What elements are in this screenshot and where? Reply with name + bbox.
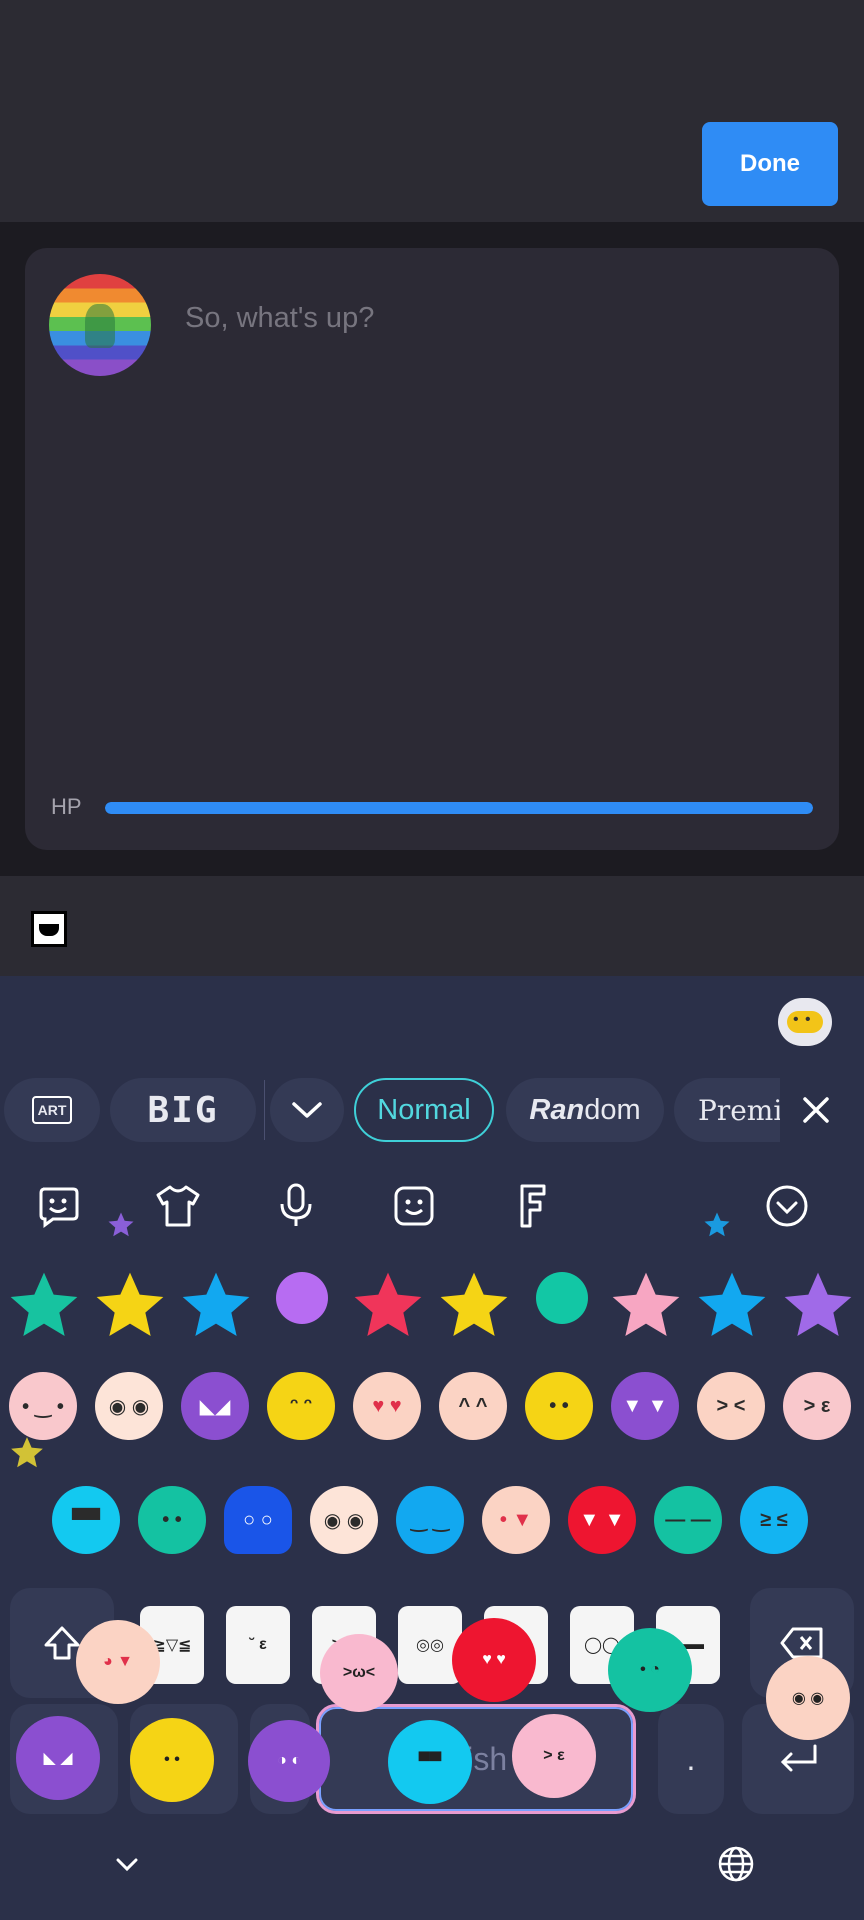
art-chip[interactable]: ART bbox=[4, 1078, 100, 1142]
keyboard-bottom-bar bbox=[0, 1812, 864, 1920]
red-star-icon[interactable] bbox=[348, 1266, 428, 1346]
floating-eye-face-icon: ◉ ◉ bbox=[766, 1656, 850, 1740]
random-label-rest: dom bbox=[584, 1093, 641, 1126]
wink-kiss-face-icon[interactable]: > ε bbox=[783, 1372, 851, 1440]
purple-star-icon[interactable] bbox=[778, 1266, 858, 1346]
sweat-face-icon[interactable]: • • bbox=[138, 1486, 206, 1554]
chevron-down-chip[interactable] bbox=[270, 1078, 344, 1142]
emoji-row-faces-1: • ‿ • ◉ ◉ ◣◢ ᵔ ᵔ ♥ ♥ ^ ^ • • ▼ ▼ > < > ε bbox=[0, 1372, 864, 1462]
done-button[interactable]: Done bbox=[702, 122, 838, 206]
top-bar: Done bbox=[0, 0, 864, 222]
avatar-figure bbox=[85, 304, 115, 348]
keyboard: ART BIG Normal Random Premi bbox=[0, 976, 864, 1920]
chevron-down-icon bbox=[292, 1102, 322, 1118]
art-label: ART bbox=[31, 1096, 73, 1124]
angry-red-face-icon[interactable]: ▼ ▼ bbox=[568, 1486, 636, 1554]
floating-cool-face-icon: ▀▀ bbox=[388, 1720, 472, 1804]
gold-small-star-icon bbox=[11, 1437, 43, 1468]
blue-small-star-icon bbox=[704, 1212, 730, 1237]
laughing-tears-face-icon[interactable]: ^ ^ bbox=[439, 1372, 507, 1440]
cool-sunglasses-face-icon[interactable]: ▀▀ bbox=[52, 1486, 120, 1554]
eyeroll-face-icon[interactable]: ◉ ◉ bbox=[95, 1372, 163, 1440]
compose-card[interactable]: So, what's up? HP bbox=[25, 248, 839, 850]
emoji-row-faces-2: ▀▀ • • ○ ○ ◉ ◉ ‿ ‿ • ▼ ▼ ▼ — — ≥ ≤ bbox=[0, 1486, 864, 1576]
scared-ghost-face-icon[interactable]: ○ ○ bbox=[224, 1486, 292, 1554]
floating-kiss-face-icon: > ε bbox=[512, 1714, 596, 1798]
avatar[interactable] bbox=[49, 274, 151, 376]
hp-bar-fill bbox=[105, 802, 813, 814]
keyboard-toolbar: ART BIG Normal Ran dom Premi bbox=[0, 1068, 864, 1152]
heart-eyes-face-icon[interactable]: ♥ ♥ bbox=[353, 1372, 421, 1440]
pink-star-icon[interactable] bbox=[606, 1266, 686, 1346]
random-label-styled: Ran bbox=[529, 1093, 585, 1126]
purple-small-star-icon bbox=[108, 1212, 134, 1237]
globe-icon[interactable] bbox=[716, 1844, 756, 1884]
ghost-shock-sticker[interactable]: ◎◎ bbox=[398, 1606, 462, 1684]
sticker-row bbox=[0, 876, 864, 976]
microphone-icon[interactable] bbox=[266, 1176, 326, 1236]
pixel-face-sticker-icon[interactable] bbox=[31, 911, 67, 947]
chevron-down-circle-icon[interactable] bbox=[757, 1176, 817, 1236]
blue-star-icon[interactable] bbox=[176, 1266, 256, 1346]
unamused-face-icon[interactable]: — — bbox=[654, 1486, 722, 1554]
ghost-wink-sticker[interactable]: ˘ ε bbox=[226, 1606, 290, 1684]
smile-face-icon[interactable]: • ‿ • bbox=[9, 1372, 77, 1440]
blue-star-icon[interactable] bbox=[692, 1266, 772, 1346]
hide-keyboard-chevron-icon[interactable] bbox=[112, 1852, 142, 1876]
emoji-face-icon[interactable] bbox=[384, 1176, 444, 1236]
normal-style-chip[interactable]: Normal bbox=[354, 1078, 494, 1142]
period-key[interactable]: . bbox=[658, 1704, 724, 1814]
crying-face-icon[interactable]: > < bbox=[697, 1372, 765, 1440]
font-icon[interactable] bbox=[502, 1176, 562, 1236]
teal-star-icon[interactable] bbox=[4, 1266, 84, 1346]
sticker-face-icon[interactable] bbox=[28, 1176, 88, 1236]
hp-label: HP bbox=[51, 794, 82, 819]
yellow-star-icon[interactable] bbox=[434, 1266, 514, 1346]
floating-pink-face-icon: >ω< bbox=[320, 1634, 398, 1712]
floating-sad-face-icon: • • bbox=[130, 1718, 214, 1802]
random-style-chip[interactable]: Ran dom bbox=[506, 1078, 664, 1142]
premium-style-chip[interactable]: Premi bbox=[674, 1078, 780, 1142]
star-row bbox=[0, 1266, 864, 1356]
toolbar-divider bbox=[264, 1080, 265, 1140]
close-icon[interactable] bbox=[796, 1090, 836, 1130]
tongue-face-icon[interactable]: • ▼ bbox=[482, 1486, 550, 1554]
yellow-star-icon[interactable] bbox=[90, 1266, 170, 1346]
devil-face-icon[interactable]: ◣◢ bbox=[181, 1372, 249, 1440]
sleepy-tear-face-icon[interactable]: ‿ ‿ bbox=[396, 1486, 464, 1554]
sobbing-face-icon[interactable]: ≥ ≤ bbox=[740, 1486, 808, 1554]
purple-dot-icon[interactable] bbox=[276, 1272, 328, 1324]
hp-bar bbox=[105, 802, 813, 814]
backspace-icon bbox=[780, 1627, 823, 1659]
surprised-face-icon[interactable]: ◉ ◉ bbox=[310, 1486, 378, 1554]
floating-purple-face-icon: ◑ ◐ bbox=[248, 1720, 330, 1802]
floating-teal-face-icon: • ◔ bbox=[608, 1628, 692, 1712]
post-input-placeholder[interactable]: So, what's up? bbox=[185, 302, 374, 335]
floating-tongue-face-icon: ◕ ▼ bbox=[76, 1620, 160, 1704]
enter-icon bbox=[780, 1744, 817, 1772]
pleading-face-icon[interactable]: ᵔ ᵔ bbox=[267, 1372, 335, 1440]
tshirt-icon[interactable] bbox=[148, 1176, 208, 1236]
floating-devil-face-icon: ◣ ◢ bbox=[16, 1716, 100, 1800]
robot-mascot-icon[interactable] bbox=[778, 998, 832, 1046]
big-chip[interactable]: BIG bbox=[110, 1078, 256, 1142]
sad-face-icon[interactable]: • • bbox=[525, 1372, 593, 1440]
teal-dot-icon[interactable] bbox=[536, 1272, 588, 1324]
floating-red-face-icon: ♥ ♥ bbox=[452, 1618, 536, 1702]
angry-purple-face-icon[interactable]: ▼ ▼ bbox=[611, 1372, 679, 1440]
